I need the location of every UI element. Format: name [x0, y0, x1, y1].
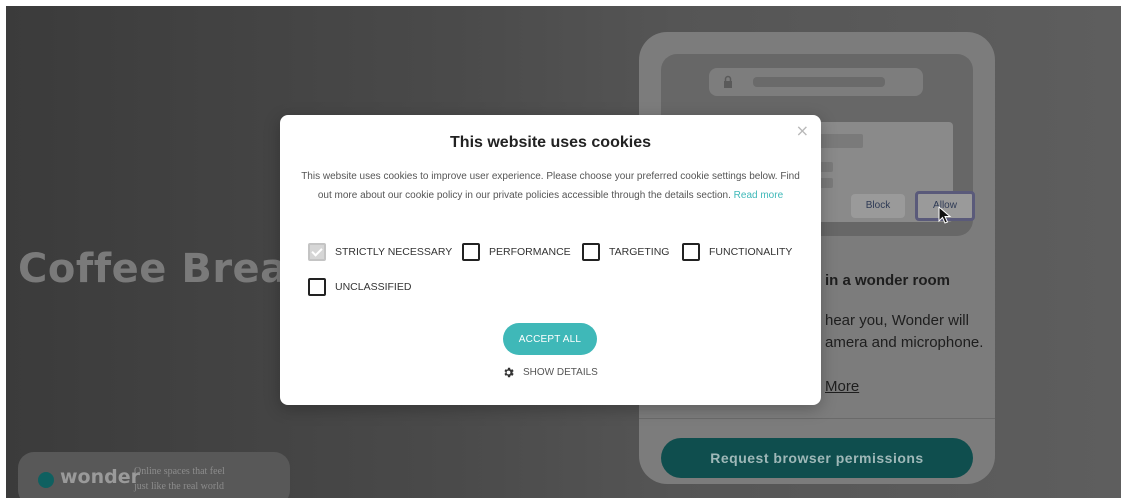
brand-name: wonder	[60, 466, 140, 488]
option-label: FUNCTIONALITY	[709, 246, 793, 258]
brand-badge: wonder Online spaces that feel just like…	[18, 452, 290, 498]
phone-body-line: hear you, Wonder will	[825, 312, 969, 329]
read-more-link[interactable]: Read more	[734, 190, 783, 201]
phone-body-line: amera and microphone.	[825, 334, 984, 351]
checkbox-checked[interactable]	[308, 243, 326, 261]
brand-tagline-line: just like the real world	[134, 481, 224, 492]
brand-tagline-line: Online spaces that feel	[134, 466, 225, 477]
option-performance[interactable]: PERFORMANCE	[462, 243, 571, 261]
checkbox[interactable]	[682, 243, 700, 261]
show-details-button[interactable]: SHOW DETAILS	[502, 366, 598, 379]
show-details-label: SHOW DETAILS	[523, 367, 598, 378]
checkbox[interactable]	[308, 278, 326, 296]
cursor-icon	[938, 206, 952, 224]
gear-icon	[504, 367, 514, 378]
accept-all-button[interactable]: ACCEPT ALL	[503, 323, 597, 355]
url-bar	[709, 68, 923, 96]
brand-tagline: Online spaces that feel just like the re…	[134, 464, 225, 494]
modal-description: This website uses cookies to improve use…	[298, 167, 803, 205]
checkbox[interactable]	[582, 243, 600, 261]
phone-divider	[639, 418, 995, 419]
url-placeholder	[753, 77, 885, 87]
option-label: TARGETING	[609, 246, 670, 258]
option-unclassified[interactable]: UNCLASSIFIED	[308, 278, 411, 296]
description-text: This website uses cookies to improve use…	[301, 171, 800, 201]
request-permissions-button[interactable]: Request browser permissions	[661, 438, 973, 478]
popup-block-button: Block	[851, 194, 905, 218]
modal-title: This website uses cookies	[450, 134, 651, 151]
brand-logo-icon	[38, 472, 54, 488]
option-label: UNCLASSIFIED	[335, 281, 412, 293]
checkbox[interactable]	[462, 243, 480, 261]
page-headline: Coffee Brea	[18, 246, 288, 292]
lock-icon	[724, 75, 732, 88]
phone-body: hear you, Wonder will amera and micropho…	[825, 310, 983, 354]
phone-heading: in a wonder room	[825, 272, 951, 289]
option-functionality[interactable]: FUNCTIONALITY	[682, 243, 792, 261]
option-label: STRICTLY NECESSARY	[335, 246, 453, 258]
learn-more-link[interactable]: More	[825, 378, 859, 395]
option-targeting[interactable]: TARGETING	[582, 243, 669, 261]
option-strictly-necessary[interactable]: STRICTLY NECESSARY	[308, 243, 452, 261]
cookie-consent-modal: × This website uses cookies This website…	[280, 115, 821, 405]
option-label: PERFORMANCE	[489, 246, 571, 258]
